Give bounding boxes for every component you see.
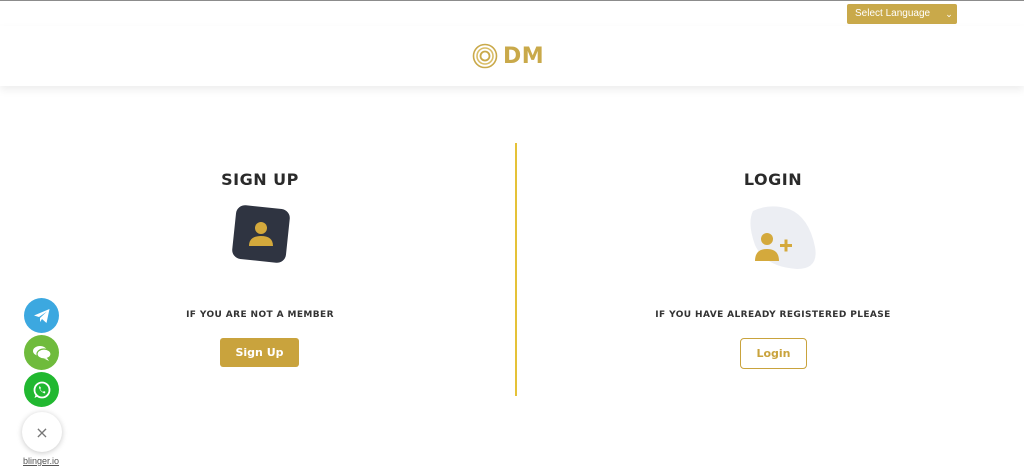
whatsapp-icon xyxy=(33,381,50,398)
sign-up-button[interactable]: Sign Up xyxy=(220,338,299,367)
whatsapp-button[interactable] xyxy=(24,372,59,407)
blinger-brand-link[interactable]: blinger.io xyxy=(23,456,59,466)
user-plus-icon xyxy=(747,205,819,275)
section-divider xyxy=(515,143,517,396)
user-icon xyxy=(232,205,290,267)
logo-text: DM xyxy=(503,43,545,69)
chat-bubble-icon xyxy=(32,345,52,361)
login-title: LOGIN xyxy=(743,170,803,189)
telegram-button[interactable] xyxy=(24,298,59,333)
language-select-value: Select Language xyxy=(855,8,931,19)
close-icon: × xyxy=(35,422,49,442)
signup-title: SIGN UP xyxy=(221,170,299,189)
target-circles-icon xyxy=(472,43,498,69)
close-widget-button[interactable]: × xyxy=(22,412,62,452)
site-header: DM xyxy=(0,26,1024,86)
site-logo[interactable]: DM xyxy=(472,41,544,71)
language-bar: Select Language ⌄ xyxy=(0,1,1024,26)
chevron-down-icon: ⌄ xyxy=(945,9,953,19)
language-select[interactable]: Select Language ⌄ xyxy=(847,4,957,24)
login-subtitle: IF YOU HAVE ALREADY REGISTERED PLEASE xyxy=(655,310,891,320)
telegram-icon xyxy=(33,308,49,323)
login-button[interactable]: Login xyxy=(740,338,807,369)
signup-subtitle: IF YOU ARE NOT A MEMBER xyxy=(186,310,334,320)
chat-button[interactable] xyxy=(24,335,59,370)
